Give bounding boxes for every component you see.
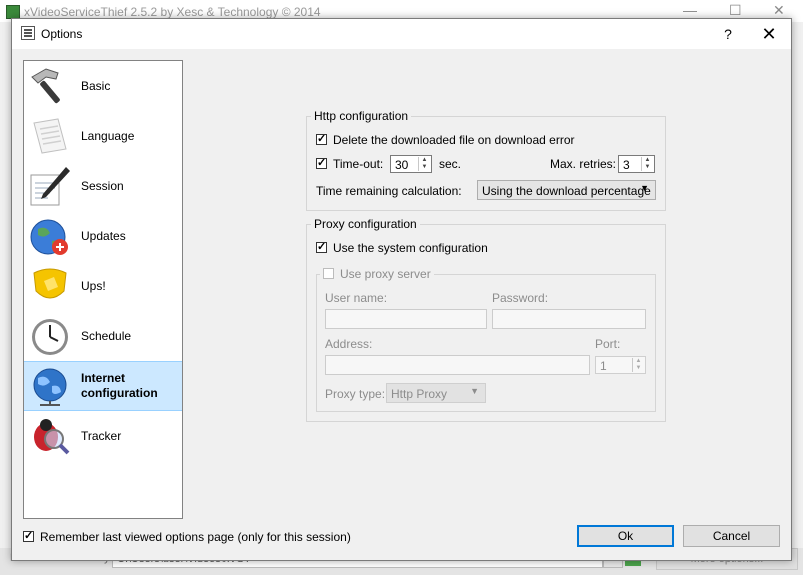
dialog-titlebar (12, 19, 791, 49)
spin-arrows-icon[interactable]: ▲ ▼ (418, 157, 430, 171)
username-label: User name: (325, 291, 388, 305)
spin-arrows-icon[interactable]: ▲ ▼ (641, 157, 653, 171)
sidebar-item-label-line1: Internet (81, 371, 126, 385)
sidebar-item-label-line2: configuration (81, 386, 158, 400)
delete-file-label: Delete the downloaded file on download e… (333, 133, 575, 147)
sidebar-item-updates[interactable]: Updates (24, 211, 182, 261)
use-proxy-checkbox[interactable] (323, 268, 334, 279)
sidebar-item-tracker[interactable]: Tracker (24, 411, 182, 461)
sidebar-item-session[interactable]: Session (24, 161, 182, 211)
chevron-down-icon: ▼ (470, 386, 479, 396)
port-spinbox[interactable]: 1 ▲ ▼ (595, 356, 646, 374)
proxy-type-label: Proxy type: (325, 387, 386, 401)
background-window-title: xVideoServiceThief 2.5.2 by Xesc & Techn… (24, 5, 321, 19)
sidebar-item-language[interactable]: Language (24, 111, 182, 161)
timeout-checkbox[interactable] (316, 156, 327, 169)
scroll-icon (33, 118, 67, 154)
sidebar-item-internet-configuration[interactable]: Internet configuration (24, 361, 182, 411)
system-configuration-label: Use the system configuration (333, 241, 488, 255)
proxy-type-value: Http Proxy (391, 387, 448, 401)
port-label: Port: (595, 337, 621, 351)
sidebar-item-schedule[interactable]: Schedule (24, 311, 182, 361)
window-close-icon[interactable]: ✕ (773, 2, 785, 19)
time-remaining-label: Time remaining calculation: (316, 184, 462, 198)
proxy-server-title: Use proxy server (320, 267, 434, 281)
cancel-button[interactable]: Cancel (683, 525, 780, 547)
sidebar-item-label: Schedule (81, 329, 132, 343)
options-category-list: Basic Language Session Updates Ups! Sche… (23, 60, 183, 519)
pen-paper-icon (30, 167, 70, 206)
password-input[interactable] (492, 309, 646, 329)
proxy-configuration-title: Proxy configuration (311, 217, 420, 231)
password-label: Password: (492, 291, 549, 305)
spin-arrows-icon[interactable]: ▲ ▼ (632, 358, 644, 372)
ok-button[interactable]: Ok (577, 525, 674, 547)
clock-icon (32, 319, 68, 355)
use-proxy-label: Use proxy server (340, 267, 431, 281)
timeout-value: 30 (395, 158, 409, 172)
system-configuration-checkbox[interactable] (316, 240, 327, 253)
remember-page-checkbox[interactable] (23, 529, 34, 542)
sidebar-item-ups[interactable]: Ups! (24, 261, 182, 311)
sidebar-item-basic[interactable]: Basic (24, 61, 182, 111)
timeout-unit-label: sec. (439, 157, 462, 171)
options-dialog: Options ? ✕ Basic Language Session Updat… (11, 18, 792, 561)
sidebar-item-label: Language (81, 129, 135, 143)
sidebar-item-label: Basic (81, 79, 111, 93)
delete-file-checkbox[interactable] (316, 132, 327, 145)
hammer-icon (31, 68, 60, 104)
globe-update-icon (30, 219, 68, 255)
address-input[interactable] (325, 355, 590, 375)
timeout-label: Time-out: (333, 157, 384, 171)
http-configuration-title: Http configuration (311, 109, 412, 123)
sidebar-item-label: Ups! (81, 279, 106, 293)
port-value: 1 (600, 359, 607, 373)
options-dialog-icon (21, 26, 35, 40)
max-retries-label: Max. retries: (550, 157, 617, 171)
sidebar-item-label: Internet configuration (81, 371, 158, 401)
time-remaining-value: Using the download percentage (482, 184, 651, 198)
proxy-type-select[interactable]: Http Proxy ▼ (386, 383, 486, 403)
time-remaining-select[interactable]: Using the download percentage ▼ (477, 180, 656, 200)
dialog-title: Options (41, 27, 83, 41)
username-input[interactable] (325, 309, 487, 329)
address-label: Address: (325, 337, 373, 351)
minimize-icon[interactable]: — (683, 2, 697, 18)
internet-globe-icon (33, 368, 67, 406)
chevron-down-icon: ▼ (640, 183, 649, 193)
warning-shield-icon (33, 268, 67, 299)
sidebar-item-label: Session (81, 179, 124, 193)
bug-magnifier-icon (34, 419, 70, 455)
sidebar-item-label: Tracker (81, 429, 122, 443)
dialog-close-button[interactable]: ✕ (757, 23, 781, 45)
sidebar-item-label: Updates (81, 229, 126, 243)
max-retries-value: 3 (623, 158, 630, 172)
max-retries-spinbox[interactable]: 3 ▲ ▼ (618, 155, 655, 173)
maximize-icon[interactable]: ☐ (729, 2, 742, 19)
app-icon (6, 5, 20, 19)
remember-page-label: Remember last viewed options page (only … (40, 530, 351, 544)
timeout-spinbox[interactable]: 30 ▲ ▼ (390, 155, 432, 173)
help-button[interactable]: ? (716, 23, 740, 45)
